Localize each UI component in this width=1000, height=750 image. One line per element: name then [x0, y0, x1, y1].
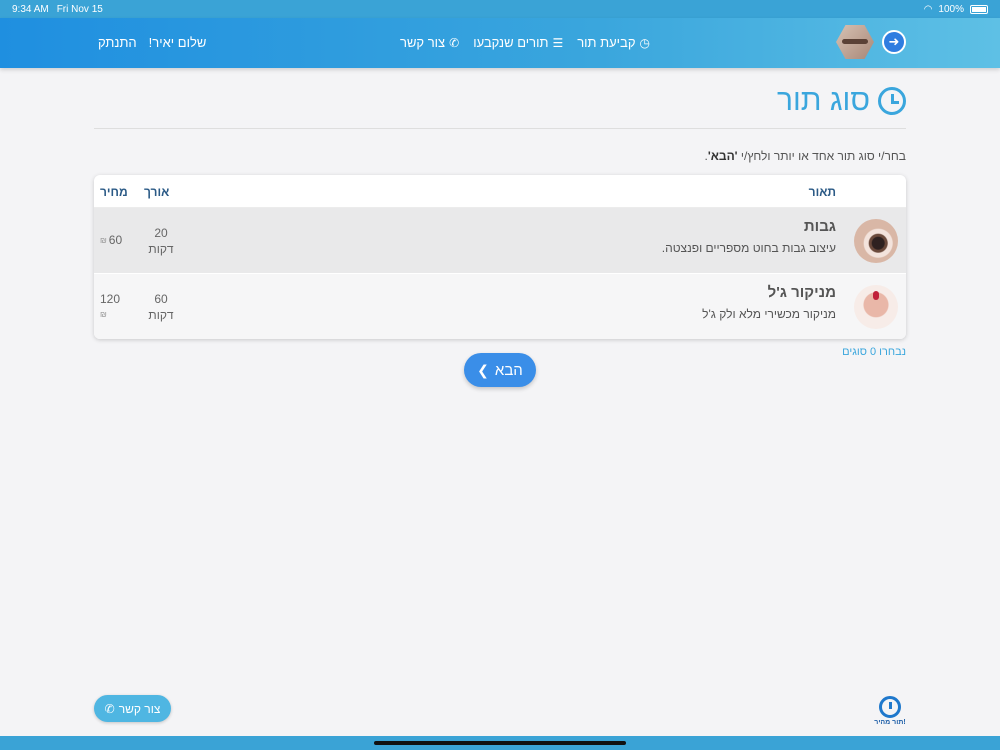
phone-icon: ✆	[449, 35, 460, 50]
page-title-text: סוג תור	[776, 84, 870, 117]
brand-mini-label: תור מהיר!	[874, 719, 906, 726]
greeting: שלום יאיר!	[148, 35, 207, 50]
service-name: גבות	[803, 218, 836, 235]
business-logo[interactable]	[836, 25, 874, 59]
contact-button[interactable]: ✆ צור קשר	[94, 695, 171, 722]
next-button[interactable]: ❮ הבא	[464, 353, 536, 387]
nav-label: תורים שנקבעו	[473, 35, 549, 50]
logout-link[interactable]: התנתק	[98, 35, 137, 50]
length-value: 60	[154, 292, 168, 306]
nav-label: צור קשר	[400, 35, 446, 50]
arrow-right-icon[interactable]: ➜	[882, 30, 906, 54]
nav-label: קביעת תור	[577, 35, 636, 50]
price-value: 60	[108, 233, 123, 247]
service-length: 60 דקות	[146, 291, 176, 323]
header-price: מחיר	[100, 185, 128, 199]
service-price: ₪ 60	[100, 233, 122, 247]
services-table: תאור אורך מחיר גבות עיצוב גבות בחוט מספר…	[94, 175, 906, 339]
table-header: תאור אורך מחיר	[94, 175, 906, 208]
selected-count: נבחרו 0 סוגים	[842, 346, 906, 358]
contact-button-label: צור קשר	[118, 701, 161, 716]
service-price: 120 ₪	[100, 291, 120, 323]
shekel-icon: ₪	[100, 235, 107, 245]
status-time: 9:34 AM	[12, 3, 49, 15]
service-description: עיצוב גבות בחוט מספריים ופנצטה.	[661, 241, 836, 255]
battery-icon	[970, 4, 988, 14]
price-value: 120	[100, 292, 121, 306]
nav-booked-appointments[interactable]: ☰ תורים שנקבעו	[473, 35, 563, 50]
service-length: 20 דקות	[146, 225, 176, 257]
brand-mini-logo[interactable]: תור מהיר!	[872, 696, 908, 726]
status-date: Fri Nov 15	[56, 3, 103, 15]
length-value: 20	[154, 226, 168, 240]
divider	[94, 128, 906, 129]
instruction-bold: 'הבא'	[707, 149, 738, 163]
wifi-icon: ◠	[923, 3, 933, 15]
eye-thumbnail	[854, 219, 898, 263]
length-unit: דקות	[148, 308, 174, 322]
instruction-text: בחר/י סוג תור אחד או יותר ולחץ/י 'הבא'.	[705, 149, 907, 163]
service-name: מניקור ג'ל	[767, 284, 836, 301]
battery-percent: 100%	[938, 3, 964, 15]
next-button-label: הבא	[494, 361, 523, 379]
table-row[interactable]: גבות עיצוב גבות בחוט מספריים ופנצטה. 20 …	[94, 208, 906, 273]
header-description: תאור	[808, 185, 836, 199]
clock-icon	[879, 696, 901, 718]
nav-book-appointment[interactable]: ◷ קביעת תור	[577, 35, 650, 50]
home-indicator[interactable]	[374, 741, 626, 745]
phone-icon: ✆	[104, 701, 115, 716]
clock-icon	[878, 87, 906, 115]
status-bar: 9:34 AM Fri Nov 15 ◠ 100%	[0, 0, 1000, 18]
header-length: אורך	[144, 185, 170, 199]
nav-contact[interactable]: ✆ צור קשר	[400, 35, 459, 50]
chevron-left-icon: ❮	[477, 361, 489, 378]
list-icon: ☰	[552, 35, 564, 50]
clock-icon: ◷	[639, 35, 650, 50]
navbar: שלום יאיר! התנתק ◷ קביעת תור ☰ תורים שנק…	[0, 18, 1000, 68]
shekel-icon: ₪	[100, 310, 107, 319]
hand-thumbnail	[854, 285, 898, 329]
table-row[interactable]: מניקור ג'ל מניקור מכשירי מלא ולק ג'ל 60 …	[94, 274, 906, 339]
length-unit: דקות	[148, 242, 174, 256]
page-title: סוג תור	[777, 84, 906, 118]
service-description: מניקור מכשירי מלא ולק ג'ל	[702, 307, 836, 321]
instruction-prefix: בחר/י סוג תור אחד או יותר ולחץ/י	[737, 149, 906, 163]
